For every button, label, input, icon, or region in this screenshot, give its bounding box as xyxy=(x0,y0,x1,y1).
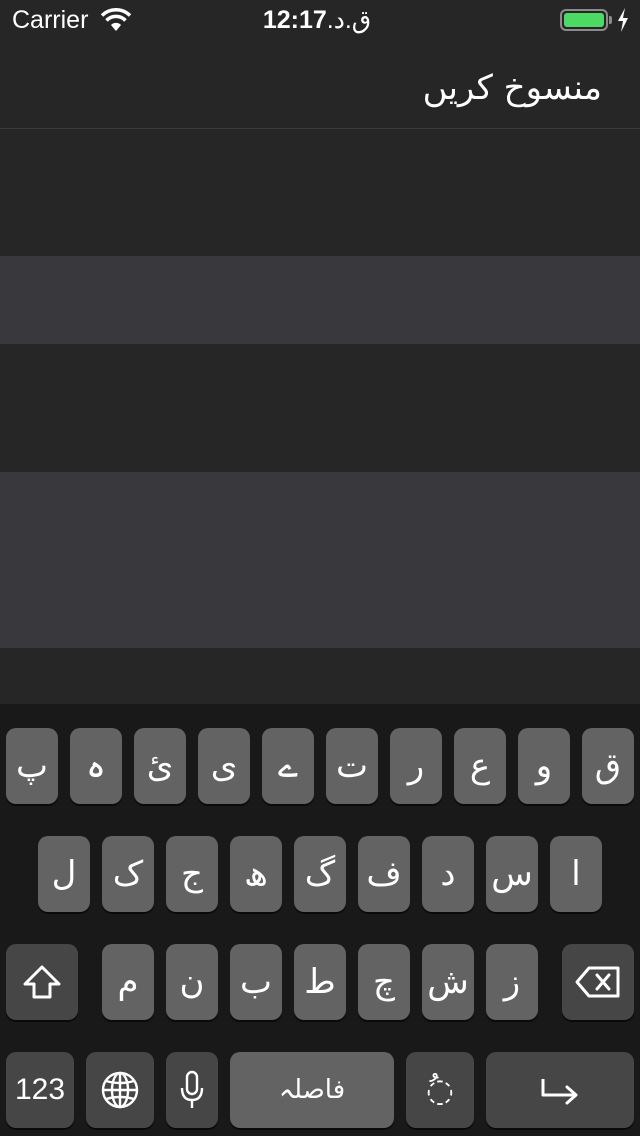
cancel-button[interactable]: منسوخ کریں xyxy=(423,68,602,108)
globe-key[interactable] xyxy=(86,1052,154,1128)
space-key-label: فاصلہ xyxy=(278,1075,346,1105)
letter-key[interactable]: ھ xyxy=(230,836,282,912)
letter-key-label: پ xyxy=(15,746,48,786)
clock-time: 12:17 xyxy=(262,6,327,34)
letter-key[interactable]: ن xyxy=(166,944,218,1020)
list-row[interactable] xyxy=(0,129,640,256)
list-row[interactable] xyxy=(0,344,640,472)
letter-key[interactable]: ت xyxy=(326,728,378,804)
space-key[interactable]: فاصلہ xyxy=(230,1052,394,1128)
letter-key[interactable]: م xyxy=(102,944,154,1020)
letter-key-label: ش xyxy=(427,962,469,1002)
letter-key[interactable]: ج xyxy=(166,836,218,912)
navigation-bar: منسوخ کریں xyxy=(0,40,640,129)
clock: ق.د.12:17 xyxy=(0,5,640,35)
shift-icon xyxy=(23,965,61,999)
delete-icon xyxy=(575,966,620,998)
letter-key-label: ب xyxy=(239,962,272,1002)
letter-key[interactable]: ق xyxy=(582,728,634,804)
letter-key[interactable]: ہ xyxy=(70,728,122,804)
letter-key-label: ہ xyxy=(86,746,106,786)
return-icon xyxy=(541,1079,578,1105)
list-row[interactable] xyxy=(0,648,640,704)
letter-key[interactable]: گ xyxy=(294,836,346,912)
letter-key[interactable]: ز xyxy=(486,944,538,1020)
status-bar: Carrier ق.د.12:17 xyxy=(0,0,640,40)
diacritic-key[interactable]: ◌ُ xyxy=(406,1052,474,1128)
charging-bolt-icon xyxy=(618,8,628,32)
letter-key-label: س xyxy=(491,854,533,894)
letter-key-label: ئ xyxy=(146,746,174,786)
letter-key[interactable]: ا xyxy=(550,836,602,912)
letter-key-label: م xyxy=(117,962,139,1002)
letter-key-label: ف xyxy=(366,854,402,894)
list-row-highlighted[interactable] xyxy=(0,256,640,344)
letter-key-label: ت xyxy=(335,746,368,786)
list-row-highlighted[interactable] xyxy=(0,472,640,648)
letter-key[interactable]: ر xyxy=(390,728,442,804)
letter-key[interactable]: ل xyxy=(38,836,90,912)
microphone-key[interactable] xyxy=(166,1052,218,1128)
keyboard: پہئیےترعوق لکجھگفدسا منبطچشز 123 فاصلہ ◌… xyxy=(0,704,640,1136)
numbers-key-label: 123 xyxy=(14,1073,66,1106)
delete-key[interactable] xyxy=(562,944,634,1020)
diacritic-key-label: ◌ُ xyxy=(426,1071,454,1109)
letter-key[interactable]: د xyxy=(422,836,474,912)
letter-key-label: ر xyxy=(407,746,425,786)
return-key[interactable] xyxy=(486,1052,634,1128)
letter-key-label: ج xyxy=(181,854,203,894)
letter-key[interactable]: ف xyxy=(358,836,410,912)
letter-key-label: ھ xyxy=(244,854,268,894)
letter-key-label: ل xyxy=(51,854,77,894)
letter-key-label: ز xyxy=(503,962,521,1002)
shift-key[interactable] xyxy=(6,944,78,1020)
microphone-icon xyxy=(180,1070,204,1108)
letter-key-label: د xyxy=(440,854,456,894)
letter-key-label: چ xyxy=(373,962,395,1002)
letter-key-label: ن xyxy=(179,962,205,1002)
numbers-key[interactable]: 123 xyxy=(6,1052,74,1128)
letter-key[interactable]: ب xyxy=(230,944,282,1020)
globe-icon xyxy=(101,1071,139,1109)
letter-key[interactable]: ش xyxy=(422,944,474,1020)
letter-key-label: ی xyxy=(210,746,238,786)
letter-key-label: ط xyxy=(304,962,336,1002)
letter-key[interactable]: پ xyxy=(6,728,58,804)
letter-key[interactable]: س xyxy=(486,836,538,912)
letter-key[interactable]: ئ xyxy=(134,728,186,804)
letter-key-label: ق xyxy=(594,746,622,786)
letter-key[interactable]: چ xyxy=(358,944,410,1020)
letter-key[interactable]: ط xyxy=(294,944,346,1020)
letter-key[interactable]: ع xyxy=(454,728,506,804)
letter-key[interactable]: و xyxy=(518,728,570,804)
letter-key-label: ک xyxy=(112,854,144,894)
letter-key[interactable]: ی xyxy=(198,728,250,804)
letter-key[interactable]: ک xyxy=(102,836,154,912)
letter-key-label: گ xyxy=(304,854,336,894)
letter-key-label: ع xyxy=(469,746,491,786)
letter-key-label: و xyxy=(535,746,553,786)
letter-key-label: ا xyxy=(571,854,581,894)
battery-tip xyxy=(609,16,612,24)
clock-ampm: ق.د. xyxy=(326,6,372,34)
battery-icon xyxy=(560,9,608,31)
letter-key[interactable]: ے xyxy=(262,728,314,804)
letter-key-label: ے xyxy=(278,746,298,786)
